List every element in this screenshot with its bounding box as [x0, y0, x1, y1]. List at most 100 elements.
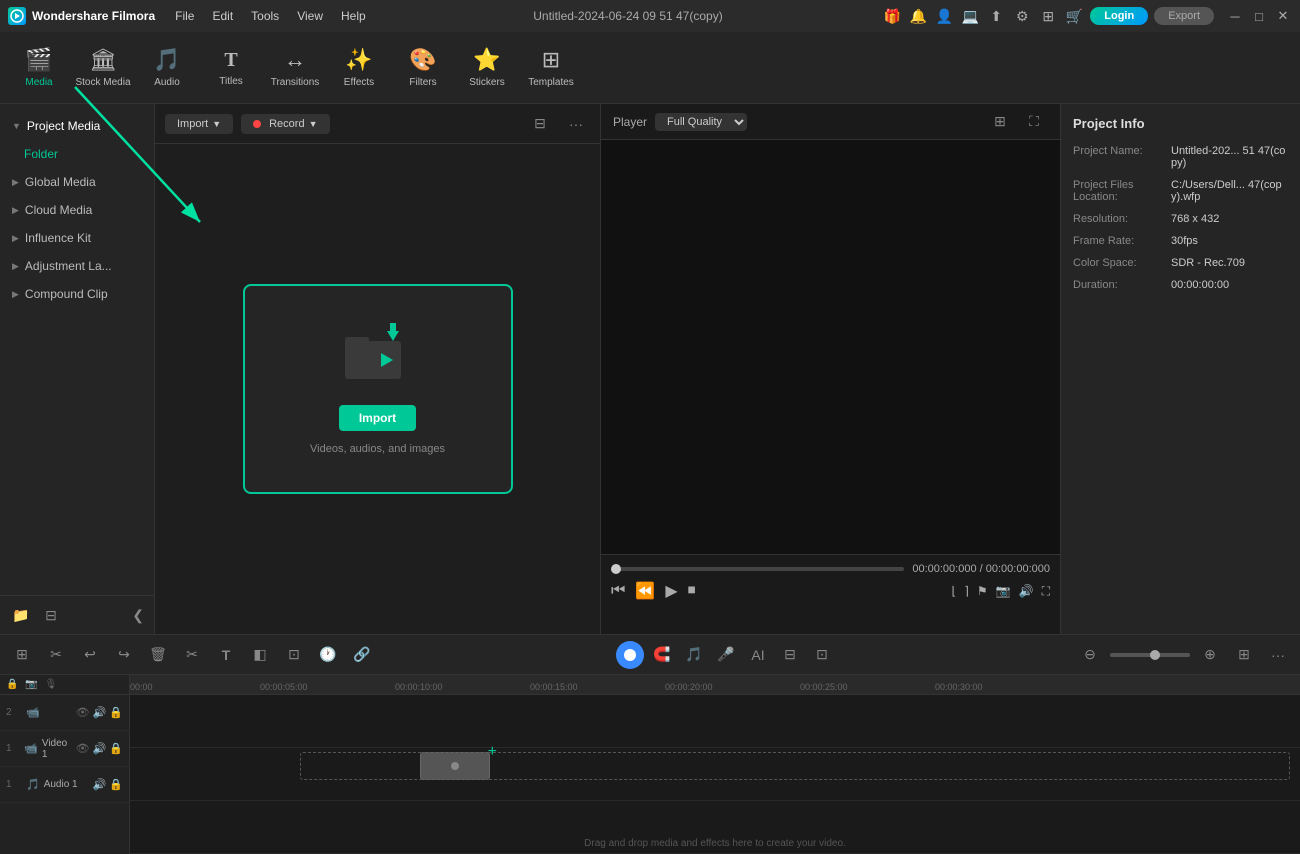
- mark-in-button[interactable]: ⌊: [952, 584, 957, 599]
- player-screen: [601, 140, 1060, 554]
- user-icon[interactable]: 👤: [934, 6, 954, 26]
- quality-select[interactable]: Full Quality 1/2 Quality 1/4 Quality: [655, 113, 747, 131]
- export-button[interactable]: Export: [1154, 7, 1214, 25]
- grid-view-button[interactable]: ⊞: [1230, 641, 1258, 669]
- sidebar-item-compound-clip[interactable]: ▶ Compound Clip: [0, 280, 154, 308]
- player-expand-icon[interactable]: ⛶: [1020, 108, 1048, 136]
- sidebar-item-adjustment[interactable]: ▶ Adjustment La...: [0, 252, 154, 280]
- ai-button[interactable]: AI: [744, 641, 772, 669]
- import-media-button[interactable]: Import: [339, 405, 416, 431]
- apps-icon[interactable]: ⊞: [1038, 6, 1058, 26]
- track-label-a1: 1 🎵 Audio 1 🔊 🔒: [0, 767, 130, 803]
- flag-button[interactable]: ⚑: [977, 584, 988, 599]
- track-a1-mute[interactable]: 🔊: [93, 778, 107, 791]
- tool-titles[interactable]: T Titles: [200, 38, 262, 98]
- tool-stock-media[interactable]: 🏛 Stock Media: [72, 38, 134, 98]
- record-button[interactable]: Record ▼: [241, 114, 329, 134]
- sidebar-item-global-media[interactable]: ▶ Global Media: [0, 168, 154, 196]
- menu-view[interactable]: View: [289, 7, 331, 25]
- sidebar-item-project-media[interactable]: ▼ Project Media: [0, 112, 154, 140]
- store-icon[interactable]: 🛒: [1064, 6, 1084, 26]
- zoom-slider[interactable]: [1110, 653, 1190, 657]
- mark-out-button[interactable]: ⌉: [964, 584, 969, 599]
- copy-button[interactable]: ⊡: [808, 641, 836, 669]
- collapse-sidebar-button[interactable]: ❮: [132, 607, 144, 624]
- more-timeline-button[interactable]: ···: [1264, 641, 1292, 669]
- cut-button[interactable]: ✂: [178, 641, 206, 669]
- notification-icon[interactable]: 🔔: [908, 6, 928, 26]
- duration-row: Duration: 00:00:00:00: [1073, 279, 1288, 291]
- menu-file[interactable]: File: [167, 7, 202, 25]
- sidebar-item-influence-kit[interactable]: ▶ Influence Kit: [0, 224, 154, 252]
- zoom-out-button[interactable]: ⊖: [1076, 641, 1104, 669]
- import-label: Import: [177, 118, 208, 130]
- track-v2-eye[interactable]: 👁: [76, 706, 90, 719]
- sidebar-label-adjustment: Adjustment La...: [25, 259, 112, 273]
- lock-all-icon[interactable]: 🔒: [6, 679, 18, 690]
- more-options-button[interactable]: ···: [562, 110, 590, 138]
- volume-button[interactable]: 🔊: [1019, 584, 1034, 599]
- track-a1-lock[interactable]: 🔒: [109, 778, 123, 791]
- play-button[interactable]: ▶: [665, 581, 677, 601]
- zoom-in-button[interactable]: ⊕: [1196, 641, 1224, 669]
- close-button[interactable]: ✕: [1274, 7, 1292, 25]
- tool-templates[interactable]: ⊞ Templates: [520, 38, 582, 98]
- crop-button[interactable]: ⊡: [280, 641, 308, 669]
- track-v1-audio[interactable]: 🔊: [93, 742, 107, 755]
- login-button[interactable]: Login: [1090, 7, 1148, 25]
- track-v2-lock[interactable]: 🔒: [109, 706, 123, 719]
- speed-button[interactable]: 🕐: [314, 641, 342, 669]
- track-v2-controls: 👁 🔊 🔒: [76, 706, 123, 719]
- color-button[interactable]: ◧: [246, 641, 274, 669]
- split-button[interactable]: ⊟: [776, 641, 804, 669]
- progress-bar[interactable]: [611, 567, 904, 571]
- bottom-area: ⊞ ✂ ↩ ↪ 🗑 ✂ T ◧ ⊡ 🕐 🔗 🧲 🎵 🎤 AI ⊟ ⊡ ⊖ ⊕: [0, 634, 1300, 854]
- step-back-button[interactable]: ⏪: [635, 581, 655, 601]
- timeline-record-button[interactable]: [616, 641, 644, 669]
- menu-help[interactable]: Help: [333, 7, 374, 25]
- undo-button[interactable]: ↩: [76, 641, 104, 669]
- track-v2-audio[interactable]: 🔊: [93, 706, 107, 719]
- link-button[interactable]: 🔗: [348, 641, 376, 669]
- voice-button[interactable]: 🎤: [712, 641, 740, 669]
- fullscreen-button[interactable]: ⛶: [1042, 584, 1050, 599]
- snap-button[interactable]: 🧲: [648, 641, 676, 669]
- tool-stickers[interactable]: ⭐ Stickers: [456, 38, 518, 98]
- drop-zone[interactable]: [300, 752, 1290, 780]
- filter-button[interactable]: ⊟: [526, 110, 554, 138]
- step-forward-button[interactable]: ⏹: [688, 582, 696, 600]
- tool-audio[interactable]: 🎵 Audio: [136, 38, 198, 98]
- select-tool-button[interactable]: ⊞: [8, 641, 36, 669]
- sidebar-item-cloud-media[interactable]: ▶ Cloud Media: [0, 196, 154, 224]
- tool-media[interactable]: 🎬 Media: [8, 38, 70, 98]
- menu-tools[interactable]: Tools: [243, 7, 287, 25]
- trim-tool-button[interactable]: ✂: [42, 641, 70, 669]
- skip-back-button[interactable]: ⏮: [611, 582, 625, 600]
- import-button[interactable]: Import ▼: [165, 114, 233, 134]
- settings-icon[interactable]: ⚙: [1012, 6, 1032, 26]
- sidebar-item-folder[interactable]: Folder: [0, 140, 154, 168]
- redo-button[interactable]: ↪: [110, 641, 138, 669]
- minimize-button[interactable]: ─: [1226, 7, 1244, 25]
- tool-transitions[interactable]: ↔ Transitions: [264, 38, 326, 98]
- player-grid-icon[interactable]: ⊞: [986, 108, 1014, 136]
- audio-button[interactable]: 🎵: [680, 641, 708, 669]
- text-button[interactable]: T: [212, 641, 240, 669]
- import-drop-zone[interactable]: Import Videos, audios, and images: [243, 284, 513, 494]
- track-v1-eye[interactable]: 👁: [76, 742, 90, 755]
- track-a1-controls: 🔊 🔒: [93, 778, 123, 791]
- computer-icon[interactable]: 💻: [960, 6, 980, 26]
- gift-icon[interactable]: 🎁: [882, 6, 902, 26]
- new-folder-button[interactable]: 📁: [10, 604, 32, 626]
- camera-icon[interactable]: 📷: [25, 679, 37, 690]
- tool-filters[interactable]: 🎨 Filters: [392, 38, 454, 98]
- snapshot-button[interactable]: 📷: [996, 584, 1011, 599]
- delete-button[interactable]: 🗑: [144, 641, 172, 669]
- delete-button[interactable]: ⊟: [40, 604, 62, 626]
- upload-icon[interactable]: ⬆: [986, 6, 1006, 26]
- audio-mute-icon[interactable]: 🎙: [44, 679, 57, 690]
- track-v1-lock[interactable]: 🔒: [109, 742, 123, 755]
- maximize-button[interactable]: □: [1250, 7, 1268, 25]
- tool-effects[interactable]: ✨ Effects: [328, 38, 390, 98]
- menu-edit[interactable]: Edit: [204, 7, 241, 25]
